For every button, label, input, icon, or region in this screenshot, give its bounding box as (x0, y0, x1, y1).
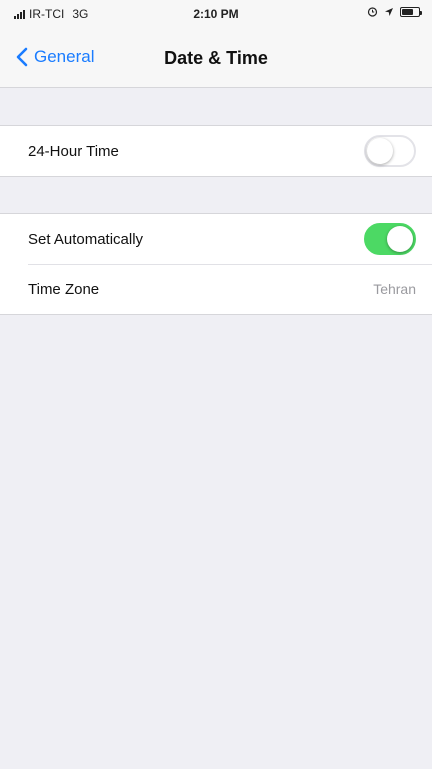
location-icon (385, 7, 393, 16)
toggle-knob (387, 226, 413, 252)
set-automatically-label: Set Automatically (28, 230, 144, 248)
time-zone-row[interactable]: Time Zone Tehran (0, 264, 432, 314)
set-automatically-row: Set Automatically (0, 214, 432, 264)
navigation-bar: General Date & Time (0, 28, 432, 88)
hour24-group: 24-Hour Time (0, 125, 432, 177)
set-automatically-toggle[interactable] (364, 223, 416, 255)
status-bar: IR-TCI 3G 2:10 PM (0, 0, 432, 28)
auto-time-group: Set Automatically Time Zone Tehran (0, 213, 432, 315)
hour24-toggle[interactable] (364, 135, 416, 167)
page-title: Date & Time (164, 48, 268, 68)
alarm-icon (367, 7, 378, 17)
time-zone-value: Tehran (373, 281, 416, 297)
battery-icon (400, 6, 422, 17)
time-zone-label: Time Zone (28, 280, 100, 298)
hour24-row: 24-Hour Time (0, 126, 432, 176)
status-right (367, 6, 422, 17)
hour24-label: 24-Hour Time (28, 142, 119, 160)
toggle-knob (367, 138, 393, 164)
